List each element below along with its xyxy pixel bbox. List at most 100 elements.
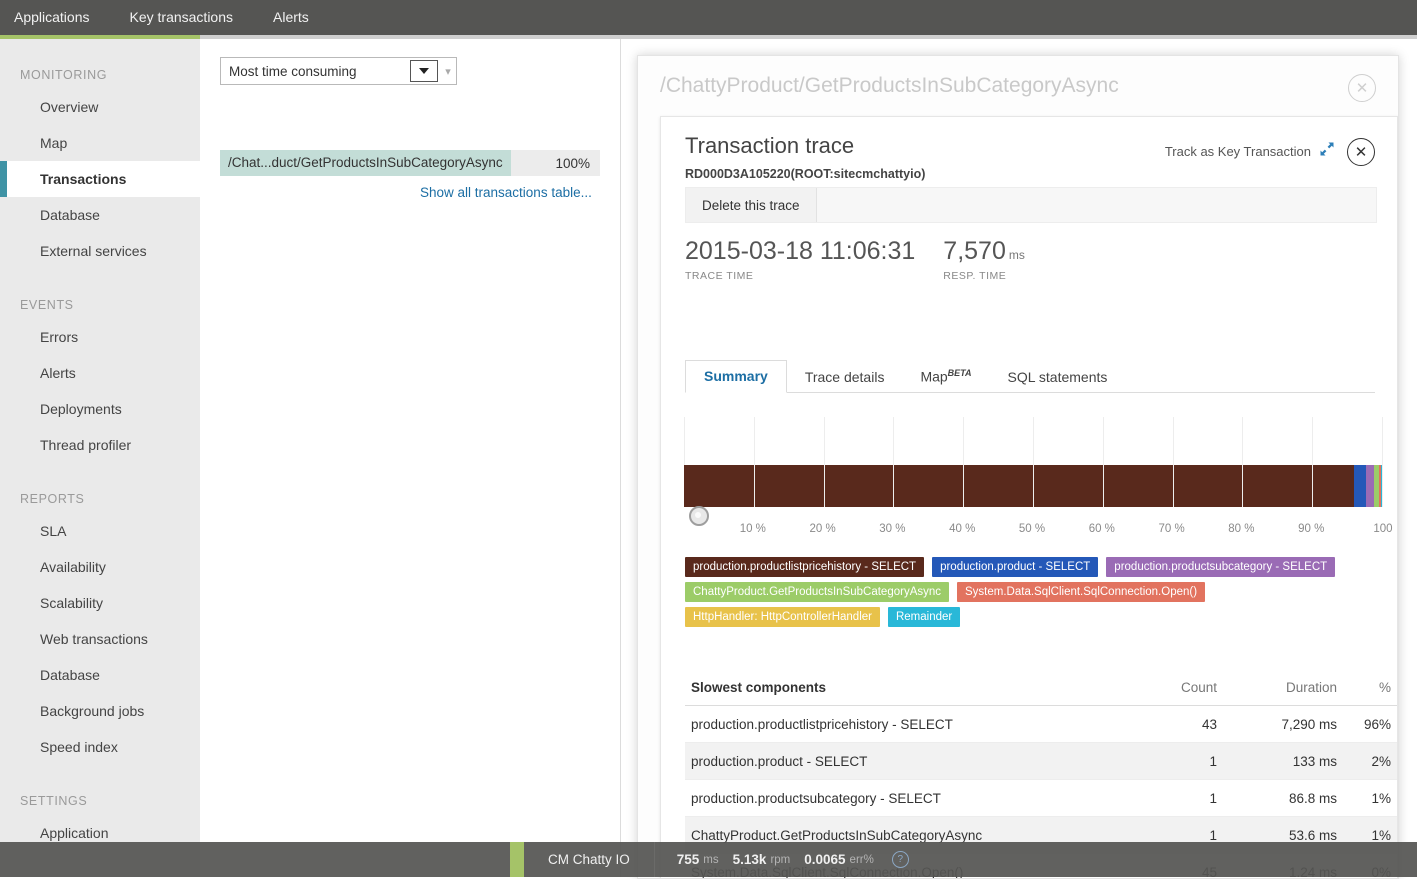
status-metric-value: 5.13k [733,852,767,867]
sidebar-item-alerts[interactable]: Alerts [0,355,200,391]
axis-tick-label: 60 % [1089,523,1115,535]
transaction-list-item[interactable]: /Chat...duct/GetProductsInSubCategoryAsy… [220,150,600,176]
chart-zoom-handle[interactable] [689,506,709,526]
tab-label: SQL statements [1008,369,1108,385]
show-all-transactions-link[interactable]: Show all transactions table... [420,185,592,200]
sidebar-item-speed-index[interactable]: Speed index [0,729,200,765]
table-row[interactable]: production.productlistpricehistory - SEL… [685,706,1397,743]
card-title: Transaction trace [685,133,854,159]
nav-item-key-transactions[interactable]: Key transactions [110,0,254,35]
table-cell-count: 1 [1127,754,1217,769]
chevron-down-icon[interactable] [410,60,438,82]
tab-label: Trace details [805,369,885,385]
legend-row: HttpHandler: HttpControllerHandler Remain… [685,607,1385,627]
transaction-breakdown-chart: 10 %20 %30 %40 %50 %60 %70 %80 %90 %100 [683,417,1383,547]
status-metric-unit: rpm [770,854,790,866]
bar-segment[interactable] [1354,465,1366,507]
sidebar-item-label: Errors [40,329,78,345]
tab-summary[interactable]: Summary [685,360,787,393]
table-header-cell: Slowest components [685,680,1127,695]
close-icon[interactable]: ✕ [1348,74,1376,102]
stat-value: 2015-03-18 11:06:31 [685,237,915,266]
chart-gridline [1242,417,1243,507]
sort-order-select[interactable]: Most time consuming ▾ [220,57,457,85]
table-cell-count: 1 [1127,791,1217,806]
legend-chip[interactable]: ChattyProduct.GetProductsInSubCategoryAs… [685,582,949,602]
sidebar-item-web-transactions[interactable]: Web transactions [0,621,200,657]
table-header-cell: Duration [1217,680,1337,695]
table-cell-name: ChattyProduct.GetProductsInSubCategoryAs… [685,828,1127,843]
sidebar-item-label: Transactions [40,171,126,187]
stat-block: 2015-03-18 11:06:31 TRACE TIME [685,237,915,282]
legend-chip[interactable]: production.productsubcategory - SELECT [1106,557,1335,577]
sidebar-item-background-jobs[interactable]: Background jobs [0,693,200,729]
sidebar-group-title: MONITORING [0,65,200,85]
stat-label: TRACE TIME [685,270,915,282]
sidebar-item-label: Scalability [40,595,103,611]
tab-map[interactable]: MapBETA [902,361,989,393]
table-cell-duration: 86.8 ms [1217,791,1337,806]
expand-icon[interactable] [1319,141,1335,157]
sidebar-item-label: Database [40,207,100,223]
track-as-key-transaction-button[interactable]: Track as Key Transaction [1165,144,1311,159]
table-cell-pct: 1% [1337,828,1397,843]
bar-segment[interactable] [684,465,1354,507]
trace-stats: 2015-03-18 11:06:31 TRACE TIME 7,570ms RESP… [685,237,1053,282]
status-health-indicator [510,842,524,877]
status-metric-value: 755 [677,852,700,867]
axis-tick-label: 80 % [1228,523,1254,535]
sort-order-selected-label: Most time consuming [221,64,410,79]
nav-item-applications[interactable]: Applications [0,0,110,35]
status-metric-unit: ms [703,854,718,866]
transactions-list-column: Most time consuming ▾ /Chat...duct/GetPr… [200,39,621,877]
sidebar-group-title: REPORTS [0,489,200,509]
sidebar-item-database[interactable]: Database [0,197,200,233]
sidebar-item-label: Speed index [40,739,118,755]
sidebar-item-map[interactable]: Map [0,125,200,161]
stat-label: RESP. TIME [943,270,1025,282]
bar-segment[interactable] [1366,465,1374,507]
sidebar-item-sla[interactable]: SLA [0,513,200,549]
sidebar-item-transactions[interactable]: Transactions [0,161,200,197]
legend-chip[interactable]: System.Data.SqlClient.SqlConnection.Open… [957,582,1205,602]
sidebar-group-title: EVENTS [0,295,200,315]
axis-tick-label: 90 % [1298,523,1324,535]
status-metric-unit: err% [850,854,874,866]
status-app-name[interactable]: CM Chatty IO [524,842,655,877]
tab-trace-details[interactable]: Trace details [787,362,903,393]
sidebar-item-availability[interactable]: Availability [0,549,200,585]
sidebar-item-label: SLA [40,523,66,539]
stat-value: 7,570ms [943,237,1025,266]
sidebar-item-scalability[interactable]: Scalability [0,585,200,621]
transaction-overlay-panel: /ChattyProduct/GetProductsInSubCategoryA… [637,55,1399,879]
sidebar-item-label: Deployments [40,401,122,417]
chart-plot-area [684,417,1383,507]
chart-gridline [754,417,755,507]
legend-chip[interactable]: HttpHandler: HttpControllerHandler [685,607,880,627]
sidebar-item-label: External services [40,243,147,259]
sidebar-item-thread-profiler[interactable]: Thread profiler [0,427,200,463]
axis-tick-label: 50 % [1019,523,1045,535]
legend-chip[interactable]: production.productlistpricehistory - SEL… [685,557,924,577]
legend-chip[interactable]: Remainder [888,607,960,627]
tab-sql-statements[interactable]: SQL statements [990,362,1126,393]
table-cell-count: 1 [1127,828,1217,843]
delete-trace-button[interactable]: Delete this trace [686,188,817,222]
table-cell-duration: 7,290 ms [1217,717,1337,732]
nav-item-alerts[interactable]: Alerts [253,0,329,35]
sidebar-item-errors[interactable]: Errors [0,319,200,355]
sidebar-item-external-services[interactable]: External services [0,233,200,269]
table-cell-count: 43 [1127,717,1217,732]
sidebar-item-label: Availability [40,559,106,575]
sidebar-item-database[interactable]: Database [0,657,200,693]
chart-gridline [1033,417,1034,507]
table-row[interactable]: production.productsubcategory - SELECT18… [685,780,1397,817]
close-icon[interactable]: ✕ [1347,138,1375,166]
chart-gridline [1382,417,1383,507]
sidebar-item-deployments[interactable]: Deployments [0,391,200,427]
sidebar-item-overview[interactable]: Overview [0,89,200,125]
sidebar-item-label: Background jobs [40,703,144,719]
legend-chip[interactable]: production.product - SELECT [932,557,1098,577]
help-icon[interactable]: ? [892,851,909,868]
table-row[interactable]: production.product - SELECT1133 ms2% [685,743,1397,780]
